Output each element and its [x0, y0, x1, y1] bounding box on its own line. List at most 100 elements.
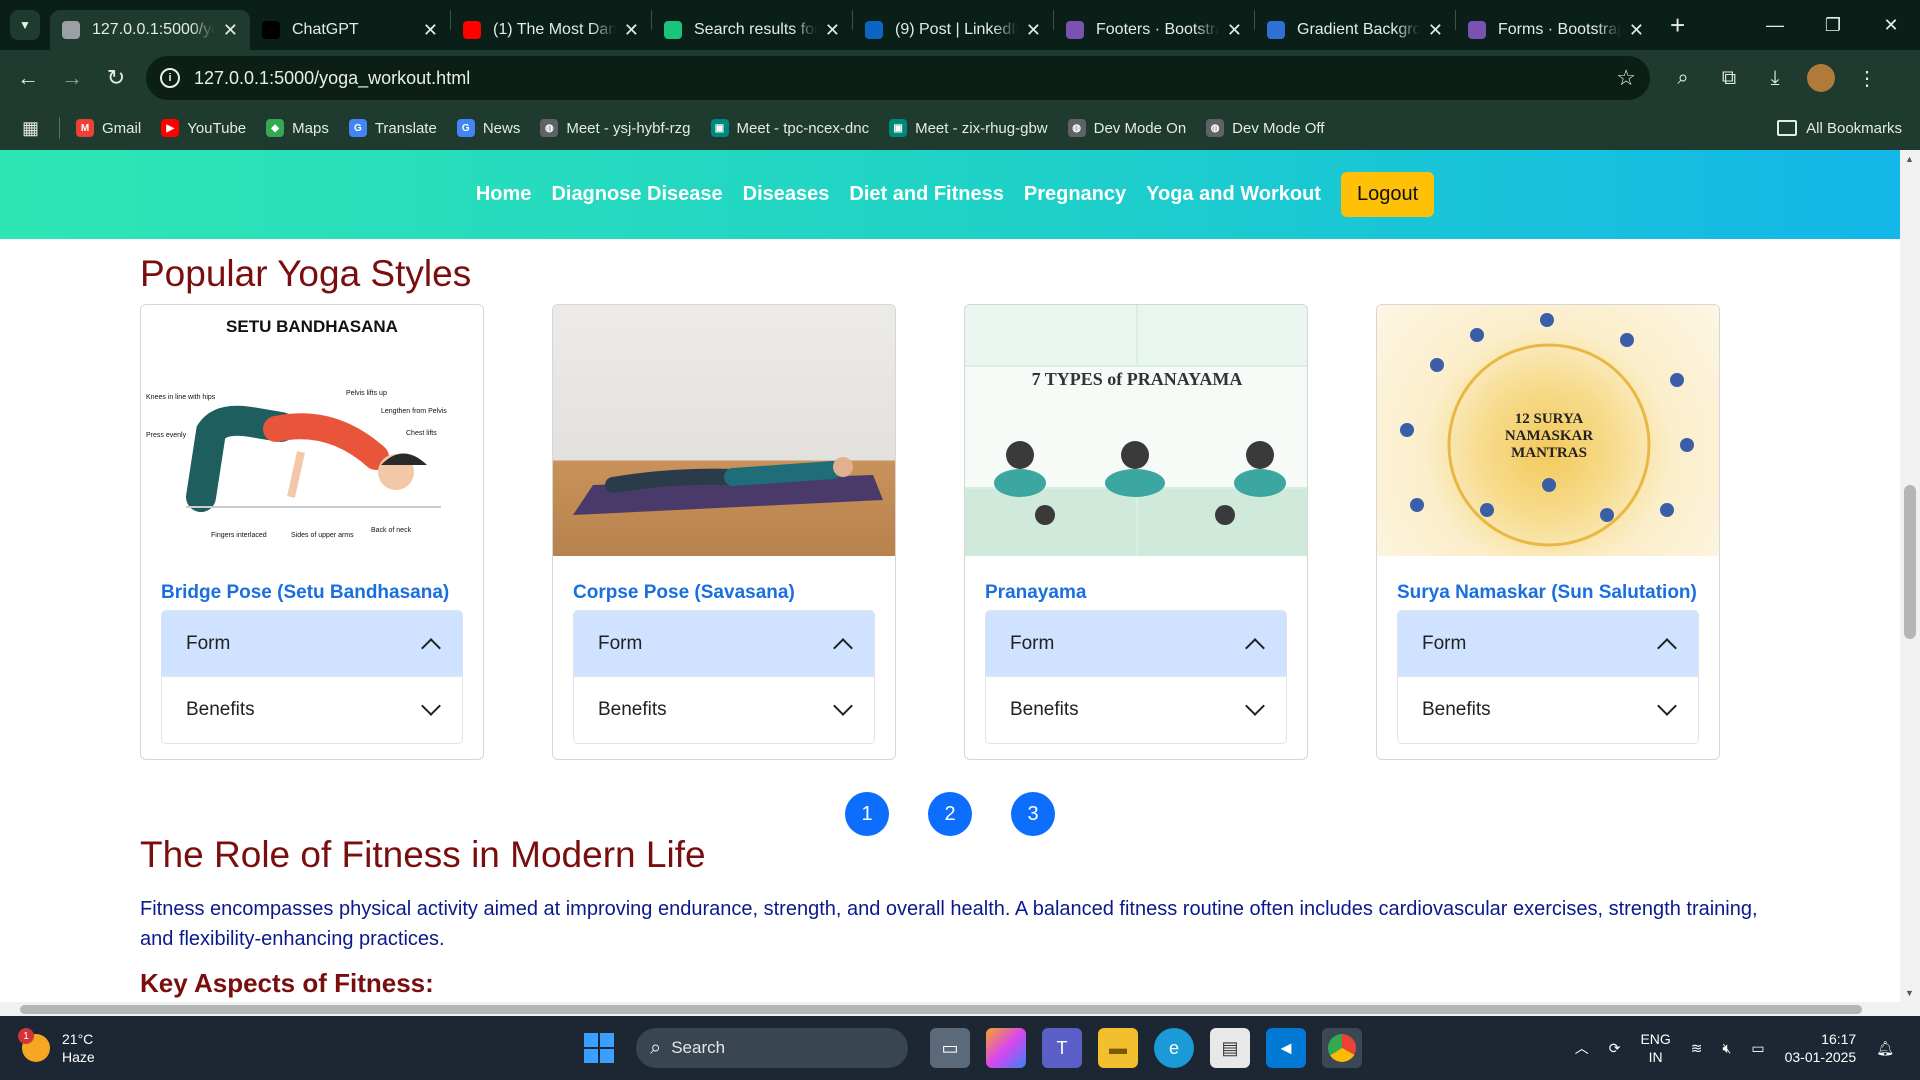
vertical-scrollbar[interactable]: ▲ ▼ — [1900, 150, 1920, 1002]
sync-icon[interactable]: ⟳ — [1609, 1040, 1621, 1057]
bookmark-item[interactable]: G News — [456, 119, 520, 137]
taskbar-search[interactable]: ⌕ Search — [636, 1028, 908, 1068]
weather-widget[interactable]: 1 21°C Haze — [18, 1028, 95, 1066]
close-tab-icon[interactable]: ✕ — [825, 20, 840, 41]
accordion-form[interactable]: Form — [574, 611, 874, 677]
accordion-benefits[interactable]: Benefits — [574, 677, 874, 743]
accordion-benefits[interactable]: Benefits — [1398, 677, 1698, 743]
close-tab-icon[interactable]: ✕ — [624, 20, 639, 41]
windows-start-icon[interactable] — [584, 1033, 614, 1063]
nav-diseases[interactable]: Diseases — [743, 183, 830, 206]
browser-tab[interactable]: ChatGPT ✕ — [250, 10, 450, 50]
card-bridge-pose: SETU BANDHASANA Knees in line with hips … — [140, 304, 484, 760]
close-tab-icon[interactable]: ✕ — [1629, 20, 1644, 41]
task-view-icon[interactable]: ▭ — [930, 1028, 970, 1068]
chrome-icon[interactable] — [1322, 1028, 1362, 1068]
nav-diagnose-disease[interactable]: Diagnose Disease — [551, 183, 722, 206]
bookmark-star-icon[interactable]: ☆ — [1616, 65, 1636, 91]
browser-tab[interactable]: Search results for ✕ — [652, 10, 852, 50]
chevron-up-icon[interactable]: ︿ — [1575, 1038, 1589, 1058]
extensions-icon[interactable]: ⧉ — [1706, 56, 1752, 100]
copilot-icon[interactable] — [986, 1028, 1026, 1068]
browser-tab[interactable]: 127.0.0.1:5000/yoga_workout.html ✕ — [50, 10, 250, 50]
accordion-form[interactable]: Form — [986, 611, 1286, 677]
card-title[interactable]: Pranayama — [985, 582, 1307, 604]
accordion-benefits[interactable]: Benefits — [162, 677, 462, 743]
accordion-form[interactable]: Form — [162, 611, 462, 677]
close-window-button[interactable]: ✕ — [1862, 0, 1920, 50]
bookmark-item[interactable]: ◍ Dev Mode On — [1067, 119, 1186, 137]
browser-tab[interactable]: (1) The Most Dangerous ✕ — [451, 10, 651, 50]
profile-avatar[interactable] — [1807, 64, 1835, 92]
taskbar-apps: ⌕ Search ▭ T ▬ e ▤ ◄ — [584, 1028, 1370, 1068]
accordion-benefits[interactable]: Benefits — [986, 677, 1286, 743]
wifi-icon[interactable]: ≋ — [1691, 1040, 1703, 1057]
page-button-1[interactable]: 1 — [845, 792, 889, 836]
page-button-2[interactable]: 2 — [928, 792, 972, 836]
clock[interactable]: 16:17 03-01-2025 — [1785, 1030, 1857, 1066]
close-tab-icon[interactable]: ✕ — [1227, 20, 1242, 41]
bookmark-label: Maps — [292, 119, 329, 137]
tab-search-button[interactable]: ▼ — [10, 10, 40, 40]
folder-icon — [1777, 120, 1798, 136]
card-title[interactable]: Surya Namaskar (Sun Salutation) — [1397, 582, 1719, 604]
section-title-yoga: Popular Yoga Styles — [140, 253, 472, 294]
window-controls: — ❐ ✕ — [1746, 0, 1920, 50]
scrollbar-thumb[interactable] — [1904, 485, 1916, 639]
nav-diet-and-fitness[interactable]: Diet and Fitness — [849, 183, 1003, 206]
battery-icon[interactable]: ▭ — [1751, 1040, 1764, 1057]
accordion-form[interactable]: Form — [1398, 611, 1698, 677]
forward-button[interactable]: → — [50, 56, 94, 100]
browser-tab[interactable]: (9) Post | LinkedIn ✕ — [853, 10, 1053, 50]
reload-button[interactable]: ↻ — [94, 56, 138, 100]
apps-grid-icon[interactable]: ▦ — [22, 118, 39, 139]
site-info-icon[interactable]: i — [160, 68, 180, 88]
nav-home[interactable]: Home — [476, 183, 532, 206]
notifications-bell-icon[interactable]: 🔔︎ — [1876, 1040, 1894, 1057]
bookmark-item[interactable]: M Gmail — [76, 119, 141, 137]
browser-tab[interactable]: Gradient Background ✕ — [1255, 10, 1455, 50]
bookmark-item[interactable]: ◆ Maps — [266, 119, 329, 137]
horizontal-scrollbar[interactable] — [0, 1002, 1920, 1016]
region-label: IN — [1648, 1049, 1663, 1065]
bookmark-item[interactable]: ▣ Meet - tpc-ncex-dnc — [710, 119, 869, 137]
volume-muted-icon[interactable]: 🔇︎ — [1723, 1040, 1732, 1057]
horizontal-scrollbar-thumb[interactable] — [20, 1005, 1862, 1014]
browser-tab[interactable]: Footers · Bootstrap ✕ — [1054, 10, 1254, 50]
card-title[interactable]: Bridge Pose (Setu Bandhasana) — [161, 582, 483, 604]
lens-icon[interactable]: ⌕ — [1660, 56, 1706, 100]
browser-tab[interactable]: Forms · Bootstrap ✕ — [1456, 10, 1656, 50]
all-bookmarks-button[interactable]: All Bookmarks — [1777, 120, 1902, 137]
logout-button[interactable]: Logout — [1340, 172, 1435, 217]
download-icon[interactable]: ⤓ — [1752, 56, 1798, 100]
bookmark-item[interactable]: ◍ Meet - ysj-hybf-rzg — [540, 119, 691, 137]
file-explorer-icon[interactable]: ▬ — [1098, 1028, 1138, 1068]
new-tab-button[interactable]: + — [1670, 10, 1685, 41]
nav-yoga-and-workout[interactable]: Yoga and Workout — [1146, 183, 1321, 206]
close-tab-icon[interactable]: ✕ — [1428, 20, 1443, 41]
bookmark-label: Meet - ysj-hybf-rzg — [566, 119, 691, 137]
teams-icon[interactable]: T — [1042, 1028, 1082, 1068]
close-tab-icon[interactable]: ✕ — [1026, 20, 1041, 41]
bookmark-item[interactable]: ▶ YouTube — [161, 119, 246, 137]
scroll-down-arrow-icon[interactable]: ▼ — [1905, 988, 1914, 998]
minimize-button[interactable]: — — [1746, 0, 1804, 50]
language-indicator[interactable]: ENG IN — [1640, 1030, 1670, 1066]
card-title[interactable]: Corpse Pose (Savasana) — [573, 582, 895, 604]
edge-icon[interactable]: e — [1154, 1028, 1194, 1068]
restore-button[interactable]: ❐ — [1804, 0, 1862, 50]
back-button[interactable]: ← — [6, 56, 50, 100]
nav-pregnancy[interactable]: Pregnancy — [1024, 183, 1126, 206]
scroll-up-arrow-icon[interactable]: ▲ — [1905, 154, 1914, 164]
bookmark-item[interactable]: ▣ Meet - zix-rhug-gbw — [889, 119, 1048, 137]
menu-icon[interactable]: ⋮ — [1844, 56, 1890, 100]
close-tab-icon[interactable]: ✕ — [223, 20, 238, 41]
close-tab-icon[interactable]: ✕ — [423, 20, 438, 41]
bookmark-item[interactable]: ◍ Dev Mode Off — [1206, 119, 1324, 137]
bookmark-item[interactable]: G Translate — [348, 119, 437, 137]
store-icon[interactable]: ▤ — [1210, 1028, 1250, 1068]
all-bookmarks-label: All Bookmarks — [1806, 119, 1902, 137]
address-bar[interactable]: i 127.0.0.1:5000/yoga_workout.html ☆ — [146, 56, 1650, 100]
page-button-3[interactable]: 3 — [1011, 792, 1055, 836]
vscode-icon[interactable]: ◄ — [1266, 1028, 1306, 1068]
